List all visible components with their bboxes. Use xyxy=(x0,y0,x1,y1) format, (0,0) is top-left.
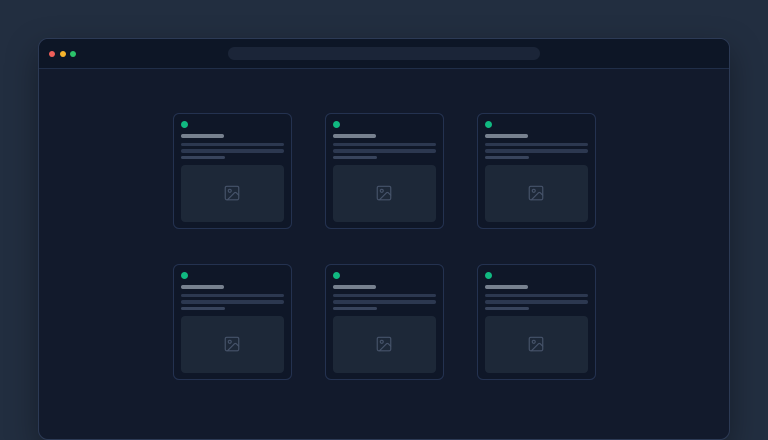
close-button[interactable] xyxy=(49,51,55,57)
minimize-button[interactable] xyxy=(60,51,66,57)
skeleton-text-line xyxy=(181,143,284,147)
skeleton-text-line xyxy=(333,300,436,304)
image-icon xyxy=(375,335,393,353)
browser-window xyxy=(38,38,730,440)
skeleton-text-line xyxy=(485,143,588,147)
skeleton-text-line xyxy=(333,143,436,147)
skeleton-text-line xyxy=(181,149,284,153)
placeholder-card[interactable] xyxy=(173,113,292,229)
skeleton-text-line-short xyxy=(485,307,529,311)
status-dot-icon xyxy=(181,121,188,128)
placeholder-card[interactable] xyxy=(477,264,596,380)
skeleton-text-line-short xyxy=(485,156,529,160)
skeleton-text-line-short xyxy=(181,156,225,160)
skeleton-text-line xyxy=(485,294,588,298)
skeleton-title-bar xyxy=(181,285,224,289)
placeholder-card[interactable] xyxy=(325,264,444,380)
skeleton-text-line xyxy=(333,294,436,298)
status-dot-icon xyxy=(485,121,492,128)
skeleton-text-line xyxy=(485,300,588,304)
skeleton-text-line-short xyxy=(333,156,377,160)
image-icon xyxy=(527,184,545,202)
maximize-button[interactable] xyxy=(70,51,76,57)
status-dot-icon xyxy=(333,121,340,128)
skeleton-text-line xyxy=(485,149,588,153)
window-titlebar[interactable] xyxy=(39,39,729,69)
image-placeholder-area xyxy=(181,165,284,222)
skeleton-text-line xyxy=(333,149,436,153)
image-icon xyxy=(223,335,241,353)
skeleton-title-bar xyxy=(333,285,376,289)
placeholder-card[interactable] xyxy=(173,264,292,380)
image-placeholder-area xyxy=(333,316,436,373)
image-placeholder-area xyxy=(485,316,588,373)
skeleton-title-bar xyxy=(485,134,528,138)
card-grid xyxy=(173,113,596,380)
status-dot-icon xyxy=(485,272,492,279)
skeleton-text-line xyxy=(181,300,284,304)
status-dot-icon xyxy=(181,272,188,279)
image-placeholder-area xyxy=(333,165,436,222)
skeleton-title-bar xyxy=(181,134,224,138)
placeholder-card[interactable] xyxy=(325,113,444,229)
skeleton-text-line xyxy=(181,294,284,298)
image-placeholder-area xyxy=(485,165,588,222)
skeleton-text-line-short xyxy=(333,307,377,311)
traffic-lights xyxy=(49,39,76,68)
image-placeholder-area xyxy=(181,316,284,373)
image-icon xyxy=(375,184,393,202)
page-content xyxy=(39,69,729,380)
url-bar[interactable] xyxy=(228,47,540,60)
placeholder-card[interactable] xyxy=(477,113,596,229)
skeleton-title-bar xyxy=(485,285,528,289)
skeleton-text-line-short xyxy=(181,307,225,311)
image-icon xyxy=(527,335,545,353)
status-dot-icon xyxy=(333,272,340,279)
skeleton-title-bar xyxy=(333,134,376,138)
image-icon xyxy=(223,184,241,202)
desktop-background: { "window": { "traffic_lights": [ { "nam… xyxy=(0,0,768,432)
